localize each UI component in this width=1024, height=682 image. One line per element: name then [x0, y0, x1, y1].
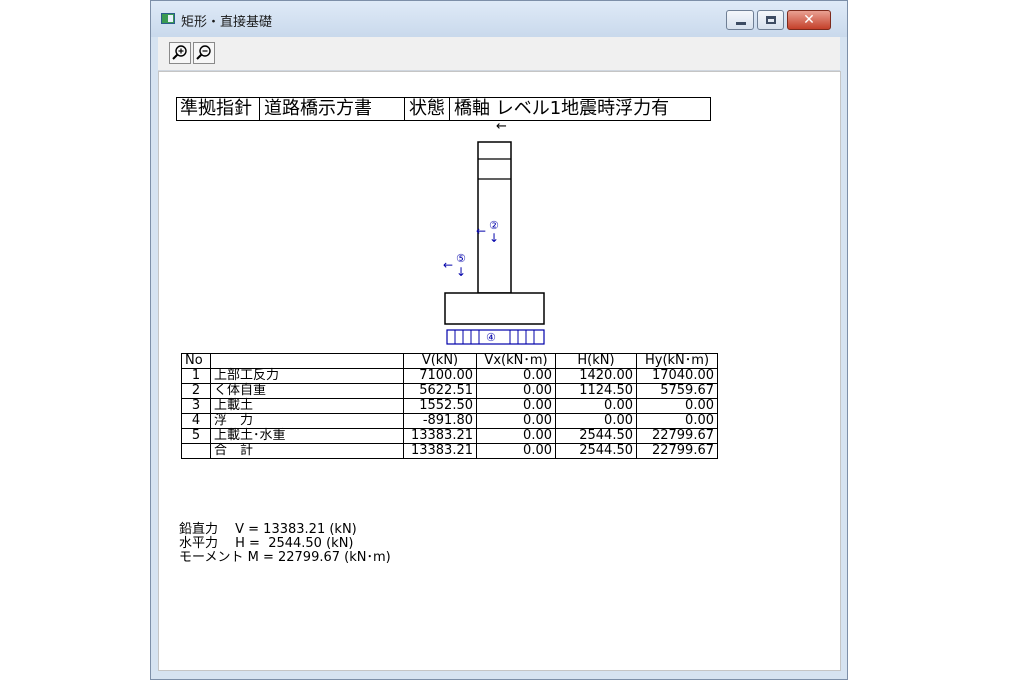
title-bar[interactable]: 矩形・直接基礎 ✕	[151, 1, 847, 37]
zoom-in-icon	[172, 45, 187, 60]
row-hy: 22799.67	[636, 443, 718, 459]
marker-5-v-arrow: ↓	[456, 265, 466, 279]
minimize-icon	[736, 22, 746, 25]
col-header-hy: Hy(kN･m)	[636, 353, 718, 369]
footing	[444, 292, 545, 325]
col-header-name	[210, 353, 404, 369]
row-h: 1124.50	[555, 383, 637, 399]
row-hy: 22799.67	[636, 428, 718, 444]
row-hy: 17040.00	[636, 368, 718, 384]
zoom-in-button[interactable]	[169, 42, 191, 64]
row-name: く体自重	[210, 383, 404, 399]
table-total-row: 合 計 13383.21 0.00 2544.50 22799.67	[181, 443, 718, 459]
row-h: 0.00	[555, 398, 637, 414]
row-no: 1	[181, 368, 211, 384]
col-header-no: No	[181, 353, 211, 369]
row-h: 2544.50	[555, 428, 637, 444]
row-hy: 0.00	[636, 413, 718, 429]
row-v: 13383.21	[403, 428, 477, 444]
summary-block: 鉛直力 V = 13383.21 (kN) 水平力 H = 2544.50 (k…	[179, 523, 391, 565]
maximize-icon	[766, 16, 776, 24]
col-header-h: H(kN)	[555, 353, 637, 369]
row-name: 上部工反力	[210, 368, 404, 384]
table-row: 1 上部工反力 7100.00 0.00 1420.00 17040.00	[181, 368, 718, 384]
top-arrow: ←	[496, 119, 507, 134]
marker-5-h-arrow: ←	[443, 258, 453, 272]
zoom-out-button[interactable]	[193, 42, 215, 64]
row-v: 1552.50	[403, 398, 477, 414]
close-button[interactable]: ✕	[787, 10, 831, 30]
row-v: -891.80	[403, 413, 477, 429]
minimize-button[interactable]	[726, 10, 754, 30]
app-window: 矩形・直接基礎 ✕ 準拠指針 道路橋示方書 状態 橋軸 レベル1地震時浮力有 ←…	[150, 0, 848, 680]
window-title: 矩形・直接基礎	[181, 15, 273, 30]
zoom-out-icon	[196, 45, 211, 60]
table-row: 3 上載土 1552.50 0.00 0.00 0.00	[181, 398, 718, 414]
row-no: 2	[181, 383, 211, 399]
row-hy: 5759.67	[636, 383, 718, 399]
summary-horizontal: 水平力 H = 2544.50 (kN)	[179, 536, 354, 551]
row-name: 浮 力	[210, 413, 404, 429]
row-name: 合 計	[210, 443, 404, 459]
row-h: 2544.50	[555, 443, 637, 459]
summary-moment: モーメント M = 22799.67 (kN･m)	[179, 550, 391, 565]
row-vx: 0.00	[476, 398, 556, 414]
col-header-v: V(kN)	[403, 353, 477, 369]
row-no: 5	[181, 428, 211, 444]
marker-5: ⑤	[456, 252, 466, 265]
row-hy: 0.00	[636, 398, 718, 414]
row-no	[181, 443, 211, 459]
row-no: 3	[181, 398, 211, 414]
table-row: 5 上載土･水重 13383.21 0.00 2544.50 22799.67	[181, 428, 718, 444]
row-no: 4	[181, 413, 211, 429]
drawing-area: 準拠指針 道路橋示方書 状態 橋軸 レベル1地震時浮力有 ← ④ ② ← ↓ ⑤…	[158, 71, 841, 671]
row-vx: 0.00	[476, 428, 556, 444]
table-header-row: No V(kN) Vx(kN･m) H(kN) Hy(kN･m)	[181, 353, 718, 369]
table-row: 4 浮 力 -891.80 0.00 0.00 0.00	[181, 413, 718, 429]
summary-vertical: 鉛直力 V = 13383.21 (kN)	[179, 522, 357, 537]
maximize-button[interactable]	[757, 10, 784, 30]
close-icon: ✕	[803, 12, 815, 28]
foundation-diagram: ← ④ ② ← ↓ ⑤ ← ↓	[443, 119, 545, 345]
marker-4: ④	[486, 331, 496, 344]
table-row: 2 く体自重 5622.51 0.00 1124.50 5759.67	[181, 383, 718, 399]
row-h: 1420.00	[555, 368, 637, 384]
row-name: 上載土	[210, 398, 404, 414]
row-v: 5622.51	[403, 383, 477, 399]
row-vx: 0.00	[476, 368, 556, 384]
row-name: 上載土･水重	[210, 428, 404, 444]
load-table: No V(kN) Vx(kN･m) H(kN) Hy(kN･m) 1 上部工反力…	[181, 353, 718, 459]
row-vx: 0.00	[476, 443, 556, 459]
marker-2-v-arrow: ↓	[489, 231, 499, 245]
toolbar	[158, 37, 840, 71]
row-vx: 0.00	[476, 413, 556, 429]
row-vx: 0.00	[476, 383, 556, 399]
app-icon	[161, 13, 175, 24]
row-v: 13383.21	[403, 443, 477, 459]
row-h: 0.00	[555, 413, 637, 429]
column-body	[477, 141, 512, 294]
col-header-vx: Vx(kN･m)	[476, 353, 556, 369]
row-v: 7100.00	[403, 368, 477, 384]
marker-2-h-arrow: ←	[476, 224, 486, 238]
